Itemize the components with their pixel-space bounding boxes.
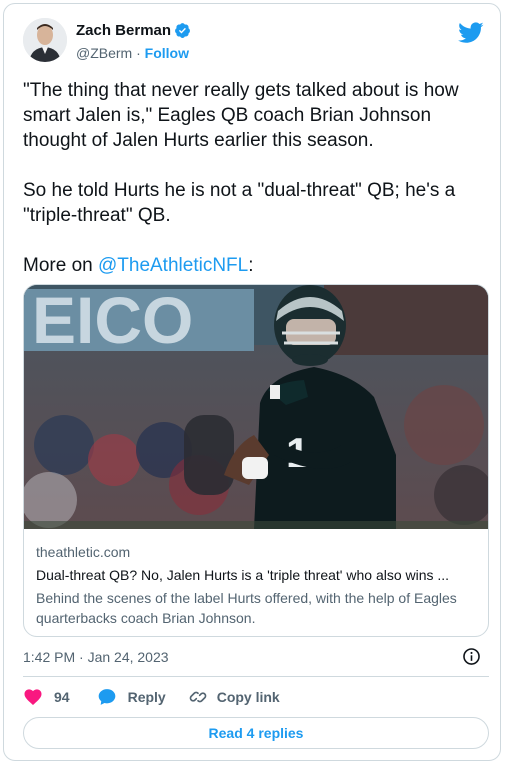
link-icon [189,691,206,703]
heart-icon [24,689,42,705]
copy-link-label: Copy link [216,689,280,705]
like-button[interactable]: 94 [23,687,70,707]
verified-badge-icon [175,23,190,38]
twitter-bird-icon[interactable] [458,22,484,44]
tweet-text-body: "The thing that never really gets talked… [23,80,459,276]
link-preview-card[interactable]: EICO 1 [23,284,489,637]
speech-bubble-icon [98,689,115,705]
mention-link[interactable]: @TheAthleticNFL [98,255,248,276]
divider [23,676,489,677]
author-avatar[interactable] [23,18,67,62]
info-icon[interactable] [462,647,481,666]
tweet-actions: 94 Reply Copy link [23,686,280,708]
link-title: Dual-threat QB? No, Jalen Hurts is a 'tr… [36,567,450,583]
author-handle[interactable]: @ZBerm [76,45,132,61]
link-description: Behind the scenes of the label Hurts off… [36,590,457,626]
tweet-timestamp[interactable]: 1:42 PM · Jan 24, 2023 [23,649,169,665]
read-replies-button[interactable]: Read 4 replies [23,717,489,749]
reply-label: Reply [127,689,166,705]
link-domain: theathletic.com [36,544,131,560]
handle-separator: · [132,45,145,61]
svg-text:EICO: EICO [32,285,193,357]
football-player-photo: EICO 1 [24,285,488,529]
tweet-text: "The thing that never really gets talked… [23,78,488,278]
likes-count: 94 [54,689,70,705]
author-display-name[interactable]: Zach Berman [76,22,171,39]
tweet-card: Zach Berman @ZBerm · Follow "The thing t… [3,3,501,761]
reply-button[interactable]: Reply [97,687,166,707]
follow-button[interactable]: Follow [145,45,189,61]
tweet-text-tail: : [248,255,254,276]
copy-link-button[interactable]: Copy link [188,687,280,707]
